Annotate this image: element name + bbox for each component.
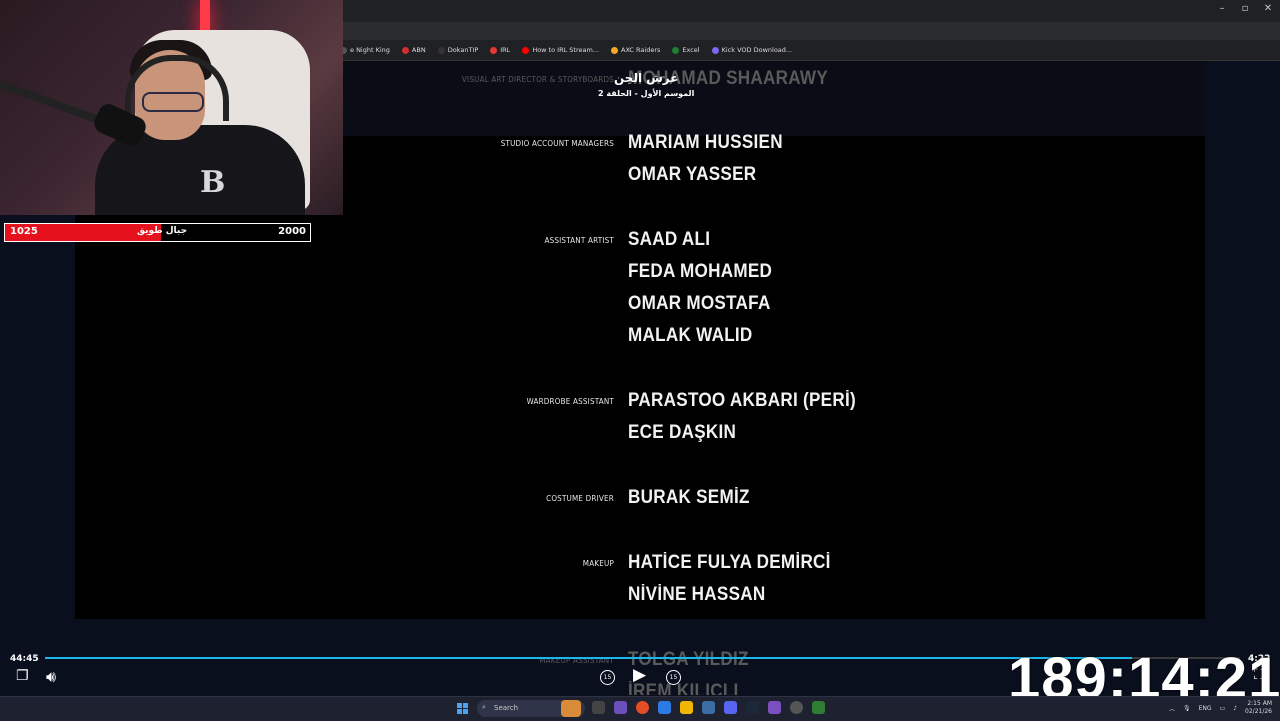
bookmark-item[interactable]: e Night King (340, 46, 390, 54)
credit-name: NİVİNE HASSAN (628, 584, 766, 605)
bookmark-item[interactable]: Excel (672, 46, 700, 54)
credit-name: SAAD ALI (628, 229, 711, 250)
system-tray: ︿ 🎙︎ ENG ▭ ♪ 2:15 AM 02/21/26 (1169, 700, 1272, 716)
copilot-icon[interactable] (614, 701, 627, 714)
hoodie-print: B (200, 165, 226, 200)
forward-15-icon[interactable]: 15 (666, 670, 681, 685)
credit-name: BURAK SEMİZ (628, 487, 750, 508)
bookmark-favicon-icon (522, 46, 530, 54)
credit-name: TOLGA YILDIZ (628, 649, 749, 670)
goal-target: 2000 (278, 226, 306, 237)
chrome-icon[interactable] (636, 701, 649, 714)
credit-role: WARDROBE ASSISTANT (526, 397, 614, 406)
credit-role: ASSISTANT ARTIST (544, 236, 614, 245)
credit-role: MAKEUP (582, 559, 614, 568)
play-icon[interactable]: ▶ (633, 665, 646, 685)
bookmark-label: Kick VOD Download... (721, 46, 793, 54)
elapsed-time: 44:45 (10, 654, 39, 664)
close-icon[interactable]: ✕ (1256, 3, 1280, 14)
taskbar-search[interactable]: ⌕ Search (477, 700, 585, 717)
webcam-overlay: B (0, 0, 343, 215)
bookmark-item[interactable]: DokanTIP (437, 46, 479, 54)
folder-icon[interactable] (680, 701, 693, 714)
goal-current: 1025 (10, 226, 38, 237)
search-icon: ⌕ (482, 703, 486, 711)
discord-icon[interactable] (724, 701, 737, 714)
credit-name: MARIAM HUSSIEN (628, 132, 783, 153)
clock-date: 02/21/26 (1245, 708, 1272, 715)
bookmark-favicon-icon (490, 46, 498, 54)
bookmark-item[interactable]: IRL (490, 46, 510, 54)
credit-name: OMAR YASSER (628, 164, 757, 185)
bookmark-label: e Night King (350, 46, 390, 54)
volume-icon[interactable]: 🔊︎ (46, 667, 56, 687)
app-icon[interactable] (768, 701, 781, 714)
episode-label: الموسم الأول - الحلقة 2 (598, 89, 695, 98)
credit-name: HATİCE FULYA DEMİRCİ (628, 552, 831, 573)
credit-role: VISUAL ART DIRECTOR & STORYBOARDS (461, 75, 614, 84)
credit-role: COSTUME DRIVER (546, 494, 614, 503)
bookmark-label: ABN (411, 46, 426, 54)
goal-label: جبال طويق (137, 226, 188, 236)
bookmark-favicon-icon (611, 46, 618, 54)
credit-name: PARASTOO AKBARI (PERİ) (628, 390, 856, 411)
store-icon[interactable] (702, 701, 715, 714)
tray-chevron-icon[interactable]: ︿ (1169, 704, 1175, 713)
clock-time: 2:15 AM (1247, 700, 1272, 707)
windows-taskbar: ⌕ Search ︿ 🎙︎ ENG ▭ ♪ 2:15 AM 02/21/26 (0, 696, 1280, 721)
bookmark-item[interactable]: How to IRL Stream... (522, 46, 599, 54)
rewind-15-icon[interactable]: 15 (600, 670, 615, 685)
taskbar-apps (592, 701, 825, 714)
bookmark-label: How to IRL Stream... (532, 46, 599, 54)
steam-icon[interactable] (746, 701, 759, 714)
clock[interactable]: 2:15 AM 02/21/26 (1245, 700, 1272, 716)
credit-name: MALAK WALID (628, 325, 753, 346)
show-title: عرش الجن (614, 71, 679, 85)
credit-name: ECE DAŞKIN (628, 422, 737, 443)
xbox-icon[interactable] (812, 701, 825, 714)
seek-bar-fill (45, 657, 1133, 659)
bookmark-favicon-icon (672, 46, 680, 54)
goal-progress-bar: 1025 جبال طويق 2000 (4, 223, 311, 242)
start-icon[interactable] (457, 703, 468, 714)
obs-icon[interactable] (790, 701, 803, 714)
search-highlight-icon (561, 700, 581, 717)
monitor-icon[interactable]: ▭ (1220, 705, 1226, 712)
mic-icon[interactable]: 🎙︎ (1183, 705, 1191, 712)
maximize-icon[interactable]: ▫ (1233, 3, 1257, 14)
bookmark-favicon-icon (437, 46, 445, 54)
bookmark-favicon-icon (711, 46, 719, 54)
bookmark-item[interactable]: ABN (401, 46, 426, 54)
edge-icon[interactable] (658, 701, 671, 714)
minimize-icon[interactable]: – (1210, 3, 1234, 14)
language-indicator[interactable]: ENG (1199, 705, 1212, 712)
credit-name: OMAR MOSTAFA (628, 293, 771, 314)
bookmark-label: IRL (500, 46, 511, 54)
bookmark-item[interactable]: Kick VOD Download... (711, 46, 793, 54)
credit-name: FEDA MOHAMED (628, 261, 773, 282)
speaker-icon[interactable]: ♪ (1233, 705, 1237, 712)
task-view-icon[interactable] (592, 701, 605, 714)
playlist-icon[interactable]: ❐ (16, 668, 29, 684)
bookmark-label: Excel (682, 46, 700, 54)
bookmark-label: AXC Raiders (621, 46, 661, 54)
bookmark-item[interactable]: AXC Raiders (611, 46, 660, 54)
credit-role: STUDIO ACCOUNT MANAGERS (500, 139, 614, 148)
search-placeholder: Search (494, 704, 519, 712)
bookmark-label: DokanTIP (447, 46, 479, 54)
bookmark-favicon-icon (401, 46, 409, 54)
